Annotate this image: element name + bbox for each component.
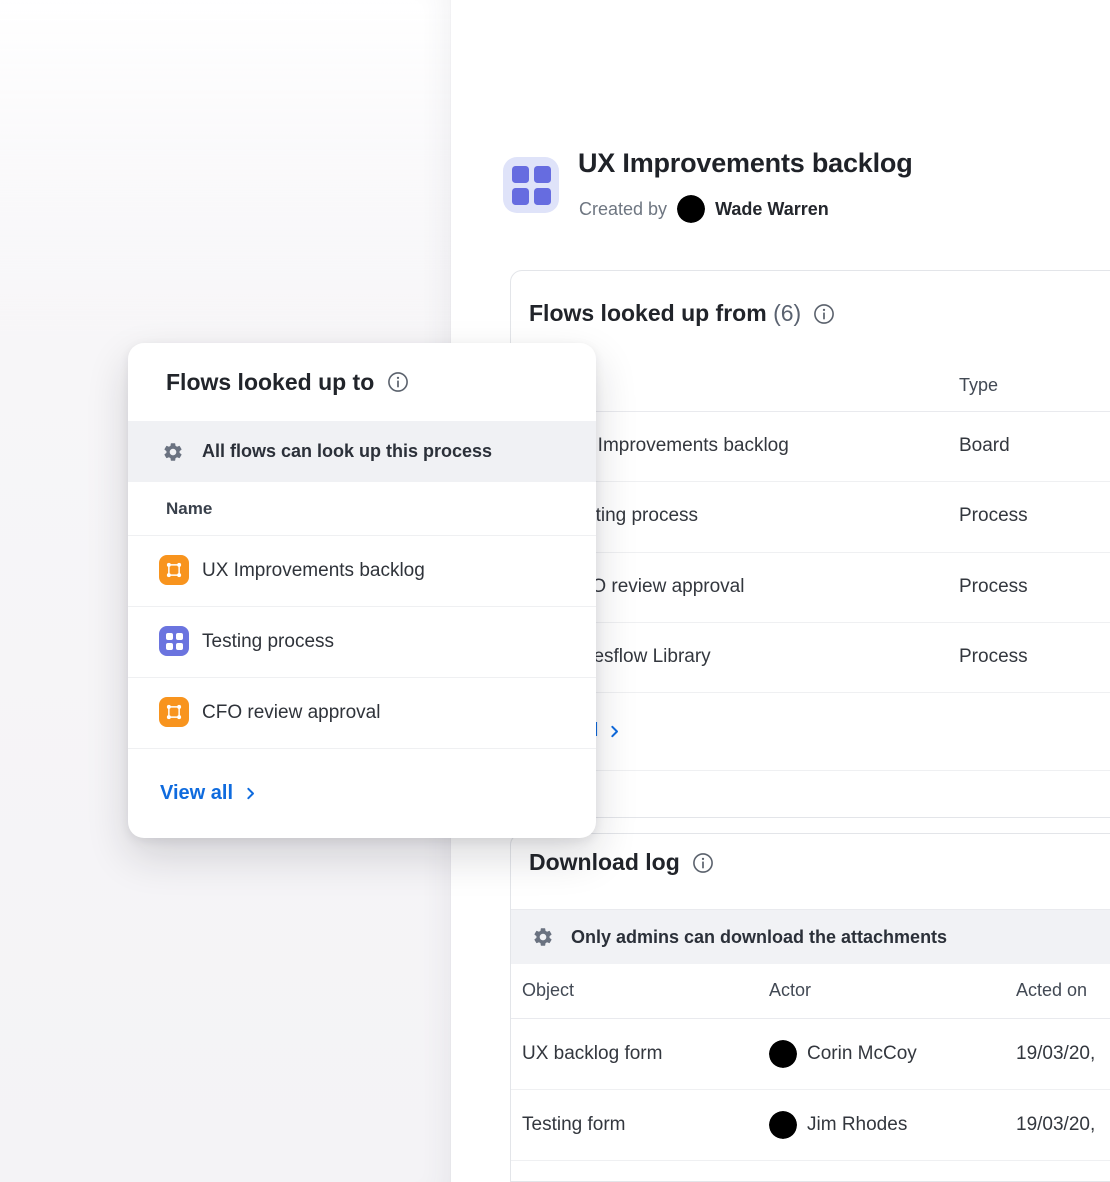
- actor-cell: .a3 .pbg{fill:#98989E}.a3 .pfg{fill:#7B7…: [769, 1160, 807, 1182]
- chevron-right-icon: [607, 724, 622, 739]
- flow-type: Board: [959, 411, 1010, 481]
- type-column-header: Type: [959, 375, 998, 396]
- card-title-row: Download log: [529, 849, 714, 876]
- table-row[interactable]: .a3 .pbg{fill:#98989E}.a3 .pfg{fill:#7B7…: [511, 1160, 1110, 1182]
- actor-name: Jim Rhodes: [807, 1114, 907, 1136]
- flows-looked-up-from-card: Flows looked up from (6) Type UX Improve…: [510, 270, 1110, 818]
- info-icon[interactable]: [813, 303, 835, 325]
- grid-icon: [159, 626, 189, 656]
- table-header-row: Type: [511, 371, 1110, 412]
- workflow-icon: [159, 555, 189, 585]
- created-by-name: Wade Warren: [715, 199, 829, 220]
- permissions-banner: Only admins can download the attachments: [511, 909, 1110, 964]
- actor-cell: .a1 .pbg{fill:#2B2B30}.a1 .pfg{fill:#555…: [769, 1018, 917, 1089]
- card-title-row: Flows looked up from (6): [529, 300, 835, 327]
- grid-icon: [512, 166, 551, 205]
- chevron-right-icon: [243, 786, 258, 801]
- info-icon[interactable]: [692, 852, 714, 874]
- object-cell: UX backlog form: [522, 1018, 662, 1089]
- flow-name: CFO review approval: [202, 677, 380, 748]
- acted-on-column-header: Acted on: [1016, 963, 1087, 1018]
- table-header-row: Object Actor Acted on: [511, 963, 1110, 1019]
- card-title: Download log: [529, 849, 680, 876]
- avatar: .w .pbg{fill:#D9A62B}.w .pfg{fill:#50392…: [677, 195, 705, 223]
- download-log-card: Download log Only admins can download th…: [510, 833, 1110, 1182]
- page: UX Improvements backlog Created by .w .p…: [0, 0, 1110, 1182]
- name-column-header: Name: [166, 482, 212, 535]
- flow-name: UX Improvements backlog: [202, 535, 425, 606]
- flow-name: UX Improvements backlog: [566, 411, 789, 481]
- gear-icon: [162, 441, 184, 463]
- table-row[interactable]: UX backlog form .a1 .pbg{fill:#2B2B30}.a…: [511, 1018, 1110, 1090]
- table-row[interactable]: CFO review approval Process: [511, 552, 1110, 623]
- acted-on-cell: 19/03/20,: [1016, 1089, 1095, 1160]
- info-icon[interactable]: [387, 371, 409, 393]
- popover-title-row: Flows looked up to: [166, 343, 409, 421]
- banner-text: Only admins can download the attachments: [571, 927, 947, 948]
- flow-type: Process: [959, 622, 1028, 692]
- name-column-header-row: Name: [128, 482, 596, 536]
- object-column-header: Object: [522, 963, 574, 1018]
- table-row[interactable]: UX Improvements backlog Board: [511, 411, 1110, 482]
- banner-text: All flows can look up this process: [202, 441, 492, 462]
- page-title: UX Improvements backlog: [578, 148, 913, 179]
- permissions-banner: All flows can look up this process: [128, 421, 596, 482]
- created-by-label: Created by: [579, 199, 667, 220]
- list-item[interactable]: UX Improvements backlog: [128, 535, 596, 607]
- process-grid-icon: [503, 157, 559, 213]
- flows-looked-up-to-popover: Flows looked up to All flows can look up…: [128, 343, 596, 838]
- actor-column-header: Actor: [769, 963, 811, 1018]
- actor-name: Corin McCoy: [807, 1043, 917, 1065]
- object-cell: Testing form: [522, 1089, 625, 1160]
- flow-name: Testing process: [202, 606, 334, 677]
- workflow-icon: [159, 697, 189, 727]
- flow-count: (6): [773, 300, 801, 326]
- flow-type: Process: [959, 552, 1028, 622]
- avatar: .a2 .pbg{fill:#A8BACB}.a2 .pfg{fill:#445…: [769, 1111, 797, 1139]
- popover-title: Flows looked up to: [166, 369, 374, 396]
- table-row[interactable]: Testing process Process: [511, 481, 1110, 553]
- list-item[interactable]: CFO review approval: [128, 677, 596, 749]
- created-by-row: Created by .w .pbg{fill:#D9A62B}.w .pfg{…: [579, 194, 829, 224]
- gear-icon: [532, 926, 554, 948]
- view-all-link[interactable]: View all: [160, 748, 258, 838]
- table-row[interactable]: Testing form .a2 .pbg{fill:#A8BACB}.a2 .…: [511, 1089, 1110, 1161]
- flow-type: Process: [959, 481, 1028, 551]
- view-all-link[interactable]: View all: [529, 692, 1110, 771]
- list-item[interactable]: Testing process: [128, 606, 596, 678]
- acted-on-cell: 19/03/20,: [1016, 1018, 1095, 1089]
- table-row[interactable]: Salesflow Library Process: [511, 622, 1110, 693]
- actor-cell: .a2 .pbg{fill:#A8BACB}.a2 .pfg{fill:#445…: [769, 1089, 907, 1160]
- view-all-label: View all: [160, 782, 233, 805]
- card-title: Flows looked up from (6): [529, 300, 801, 327]
- avatar: .a1 .pbg{fill:#2B2B30}.a1 .pfg{fill:#555…: [769, 1040, 797, 1068]
